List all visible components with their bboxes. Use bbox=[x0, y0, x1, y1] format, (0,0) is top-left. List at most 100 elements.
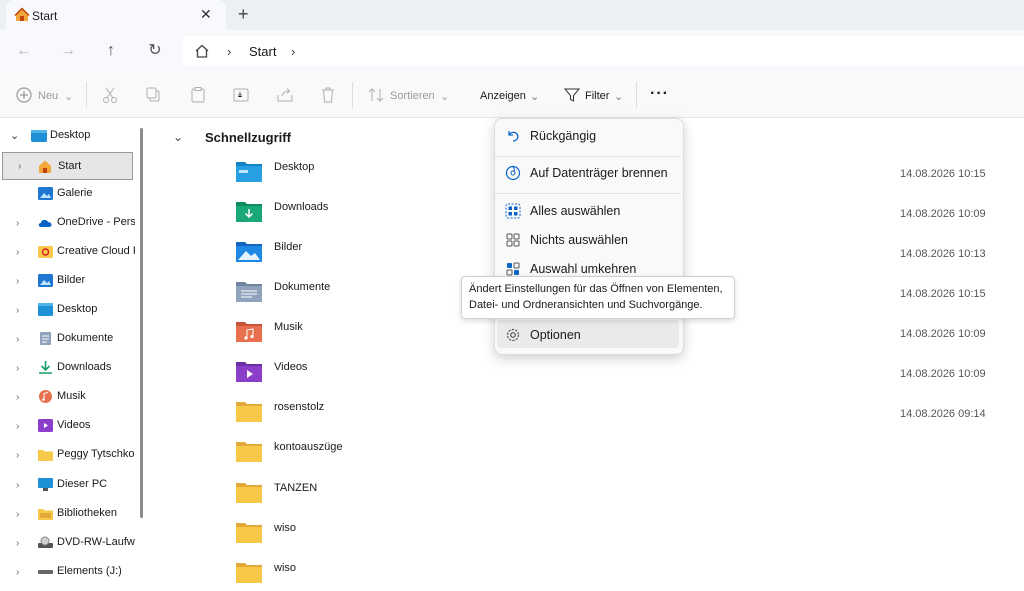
cut-icon[interactable] bbox=[100, 85, 120, 105]
forward-button[interactable]: → bbox=[57, 40, 79, 62]
list-item-name[interactable]: TANZEN bbox=[274, 482, 317, 494]
back-button[interactable]: ← bbox=[13, 40, 35, 62]
list-item-name[interactable]: Bilder bbox=[274, 241, 302, 253]
sidebar-scrollbar[interactable] bbox=[140, 128, 143, 518]
sidebar-item-start[interactable]: › Start bbox=[2, 152, 133, 180]
sort-button[interactable]: Sortieren bbox=[390, 90, 435, 102]
toolbar-divider bbox=[86, 82, 87, 108]
address-bar[interactable] bbox=[183, 36, 1024, 66]
sidebar-item-desktop-root[interactable]: ⌄ Desktop bbox=[0, 123, 136, 149]
chevron-down-icon[interactable]: ⌄ bbox=[10, 129, 19, 142]
sidebar-item-label: Peggy Tytschko bbox=[57, 448, 135, 460]
sidebar-item-label: Musik bbox=[57, 390, 86, 402]
sidebar-item-label: Creative Cloud F bbox=[57, 245, 135, 257]
creative-cloud-icon bbox=[38, 246, 53, 258]
toolbar-divider bbox=[636, 82, 637, 108]
breadcrumb-separator[interactable]: › bbox=[227, 44, 231, 59]
list-item-date: 14.08.2026 10:09 bbox=[900, 328, 986, 340]
pictures-icon bbox=[38, 274, 53, 287]
chevron-right-icon[interactable]: › bbox=[16, 334, 19, 345]
sidebar-item-bibliotheken[interactable]: › Bibliotheken bbox=[0, 501, 136, 527]
sidebar-item-downloads[interactable]: › Downloads bbox=[0, 355, 136, 381]
music-icon bbox=[39, 390, 52, 403]
close-tab-icon[interactable]: ✕ bbox=[200, 6, 212, 23]
home-icon bbox=[39, 160, 51, 173]
list-item-name[interactable]: Downloads bbox=[274, 201, 328, 213]
list-item-name[interactable]: wiso bbox=[274, 522, 296, 534]
sidebar-item-bilder[interactable]: › Bilder bbox=[0, 268, 136, 294]
chevron-right-icon[interactable]: › bbox=[16, 567, 19, 578]
sidebar-item-label: Start bbox=[58, 160, 82, 172]
desktop-folder-icon bbox=[236, 162, 262, 182]
home-icon bbox=[14, 7, 30, 21]
sidebar-item-galerie[interactable]: Galerie bbox=[0, 181, 136, 207]
desktop-icon bbox=[38, 303, 53, 316]
videos-folder-icon bbox=[236, 362, 262, 382]
new-button[interactable]: Neu bbox=[38, 90, 58, 102]
sidebar-item-dokumente[interactable]: › Dokumente bbox=[0, 326, 136, 352]
list-item-date: 14.08.2026 10:09 bbox=[900, 368, 986, 380]
list-item-name[interactable]: Dokumente bbox=[274, 281, 330, 293]
chevron-right-icon[interactable]: › bbox=[16, 276, 19, 287]
delete-icon[interactable] bbox=[318, 85, 338, 105]
toolbar-divider bbox=[352, 82, 353, 108]
chevron-down-icon[interactable]: ⌄ bbox=[173, 130, 183, 144]
sidebar-item-dieser-pc[interactable]: › Dieser PC bbox=[0, 472, 136, 498]
sidebar-item-creative-cloud[interactable]: › Creative Cloud F bbox=[0, 239, 136, 265]
list-item-name[interactable]: kontoauszüge bbox=[274, 441, 343, 453]
share-icon[interactable] bbox=[275, 85, 295, 105]
view-button[interactable]: Anzeigen bbox=[480, 90, 526, 102]
sidebar-item-onedrive[interactable]: › OneDrive - Pers bbox=[0, 210, 136, 236]
breadcrumb-separator[interactable]: › bbox=[291, 44, 295, 59]
more-options-button[interactable]: ··· bbox=[650, 85, 669, 103]
music-folder-icon bbox=[236, 322, 262, 342]
sidebar-item-label: Videos bbox=[57, 419, 91, 431]
sidebar-item-musik[interactable]: › Musik bbox=[0, 384, 136, 410]
list-item-name[interactable]: Musik bbox=[274, 321, 303, 333]
new-icon bbox=[16, 87, 32, 103]
chevron-right-icon[interactable]: › bbox=[18, 161, 21, 172]
sidebar-item-videos[interactable]: › Videos bbox=[0, 413, 136, 439]
list-item-name[interactable]: Desktop bbox=[274, 161, 314, 173]
menu-item-options[interactable] bbox=[497, 320, 679, 348]
sidebar-item-desktop[interactable]: › Desktop bbox=[0, 297, 136, 323]
rename-icon[interactable] bbox=[231, 85, 251, 105]
folder-icon bbox=[236, 563, 262, 583]
refresh-button[interactable]: ↻ bbox=[144, 40, 166, 62]
chevron-right-icon[interactable]: › bbox=[16, 247, 19, 258]
new-tab-button[interactable]: + bbox=[238, 4, 249, 25]
chevron-down-icon: ⌄ bbox=[64, 91, 74, 103]
sidebar-item-elements-drive[interactable]: › Elements (J:) bbox=[0, 559, 136, 585]
list-item-name[interactable]: rosenstolz bbox=[274, 401, 324, 413]
list-item-name[interactable]: Videos bbox=[274, 361, 307, 373]
list-item-date: 14.08.2026 10:09 bbox=[900, 208, 986, 220]
paste-icon[interactable] bbox=[188, 85, 208, 105]
folder-icon bbox=[236, 483, 262, 503]
chevron-right-icon[interactable]: › bbox=[16, 480, 19, 491]
list-item-name[interactable]: wiso bbox=[274, 562, 296, 574]
filter-button[interactable]: Filter bbox=[585, 90, 609, 102]
sidebar-item-label: Elements (J:) bbox=[57, 565, 122, 577]
chevron-right-icon[interactable]: › bbox=[16, 363, 19, 374]
sidebar-item-user-folder[interactable]: › Peggy Tytschko bbox=[0, 442, 136, 468]
chevron-right-icon[interactable]: › bbox=[16, 218, 19, 229]
menu-divider bbox=[495, 156, 681, 157]
chevron-right-icon[interactable]: › bbox=[16, 509, 19, 520]
copy-icon[interactable] bbox=[144, 85, 164, 105]
chevron-right-icon[interactable]: › bbox=[16, 392, 19, 403]
undo-icon bbox=[508, 131, 519, 142]
breadcrumb-start[interactable]: Start bbox=[249, 44, 276, 59]
section-title[interactable]: Schnellzugriff bbox=[205, 130, 291, 145]
chevron-right-icon[interactable]: › bbox=[16, 538, 19, 549]
documents-folder-icon bbox=[236, 282, 262, 302]
up-button[interactable]: ↑ bbox=[100, 40, 122, 62]
chevron-right-icon[interactable]: › bbox=[16, 305, 19, 316]
chevron-down-icon: ⌄ bbox=[440, 91, 450, 103]
folder-icon bbox=[236, 523, 262, 543]
chevron-right-icon[interactable]: › bbox=[16, 450, 19, 461]
chevron-right-icon[interactable]: › bbox=[16, 421, 19, 432]
address-home-icon[interactable] bbox=[194, 43, 210, 59]
sidebar-item-dvd-drive[interactable]: › DVD-RW-Laufw bbox=[0, 530, 136, 556]
documents-icon bbox=[40, 332, 51, 345]
sidebar-item-label: Desktop bbox=[50, 129, 91, 141]
